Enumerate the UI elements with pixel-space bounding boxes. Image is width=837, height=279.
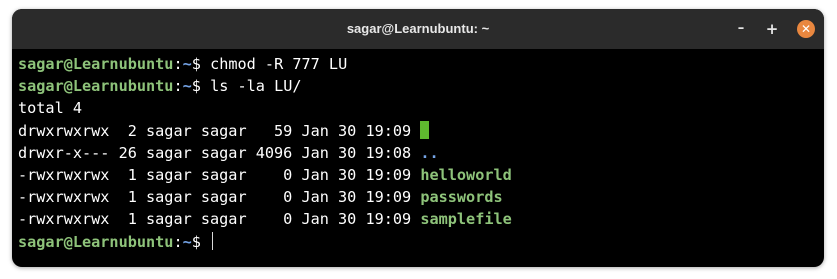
listing-meta: -rwxrwxrwx 1 sagar sagar 0 Jan 30 19:09	[18, 188, 421, 207]
listing-meta: -rwxrwxrwx 1 sagar sagar 0 Jan 30 19:09	[18, 165, 421, 184]
output-total: total 4	[18, 99, 83, 118]
command-line-1: sagar@Learnubuntu:~$ chmod -R 777 LU	[18, 53, 820, 75]
title-bar[interactable]: sagar@Learnubuntu: ~ – + ✕	[12, 9, 824, 49]
command-text: ls -la LU/	[210, 77, 302, 96]
listing-meta: drwxrwxrwx 2 sagar sagar 59 Jan 30 19:09	[18, 121, 421, 140]
command-line-2: sagar@Learnubuntu:~$ ls -la LU/	[18, 75, 820, 97]
prompt-user-host: sagar@Learnubuntu	[18, 77, 174, 96]
prompt-separator: :	[173, 232, 183, 251]
current-prompt-line[interactable]: sagar@Learnubuntu:~$	[18, 231, 820, 253]
listing-name: ..	[420, 143, 439, 162]
prompt-user-host: sagar@Learnubuntu	[18, 232, 174, 251]
terminal-body[interactable]: sagar@Learnubuntu:~$ chmod -R 777 LU sag…	[18, 53, 820, 263]
listing-row: drwxrwxrwx 2 sagar sagar 59 Jan 30 19:09	[18, 120, 820, 142]
terminal-window: sagar@Learnubuntu: ~ – + ✕ sagar@Learnub…	[12, 9, 824, 267]
prompt-path: ~	[182, 55, 192, 73]
command-text: chmod -R 777 LU	[210, 55, 348, 73]
prompt-path: ~	[182, 77, 192, 96]
listing-name: helloworld	[420, 165, 512, 184]
current-dir-entry	[420, 120, 430, 139]
prompt-symbol: $	[191, 232, 211, 251]
prompt-separator: :	[173, 55, 183, 73]
listing-row: -rwxrwxrwx 1 sagar sagar 0 Jan 30 19:09 …	[18, 186, 820, 208]
text-cursor	[212, 231, 214, 250]
window-title: sagar@Learnubuntu: ~	[346, 21, 490, 36]
listing-row: -rwxrwxrwx 1 sagar sagar 0 Jan 30 19:09 …	[18, 164, 820, 186]
prompt-path: ~	[182, 232, 192, 251]
listing-name: samplefile	[420, 210, 512, 229]
listing-name: passwords	[420, 188, 503, 207]
prompt-user-host: sagar@Learnubuntu	[18, 55, 174, 73]
listing-meta: -rwxrwxrwx 1 sagar sagar 0 Jan 30 19:09	[18, 210, 421, 229]
prompt-separator: :	[173, 77, 183, 96]
minimize-icon[interactable]: –	[732, 20, 750, 38]
maximize-icon[interactable]: +	[763, 20, 781, 38]
prompt-symbol: $	[191, 55, 211, 73]
listing-row: -rwxrwxrwx 1 sagar sagar 0 Jan 30 19:09 …	[18, 208, 820, 230]
prompt-symbol: $	[191, 77, 211, 96]
listing-meta: drwxr-x--- 26 sagar sagar 4096 Jan 30 19…	[18, 143, 421, 162]
close-icon[interactable]: ✕	[797, 20, 815, 38]
listing-row: drwxr-x--- 26 sagar sagar 4096 Jan 30 19…	[18, 142, 820, 164]
